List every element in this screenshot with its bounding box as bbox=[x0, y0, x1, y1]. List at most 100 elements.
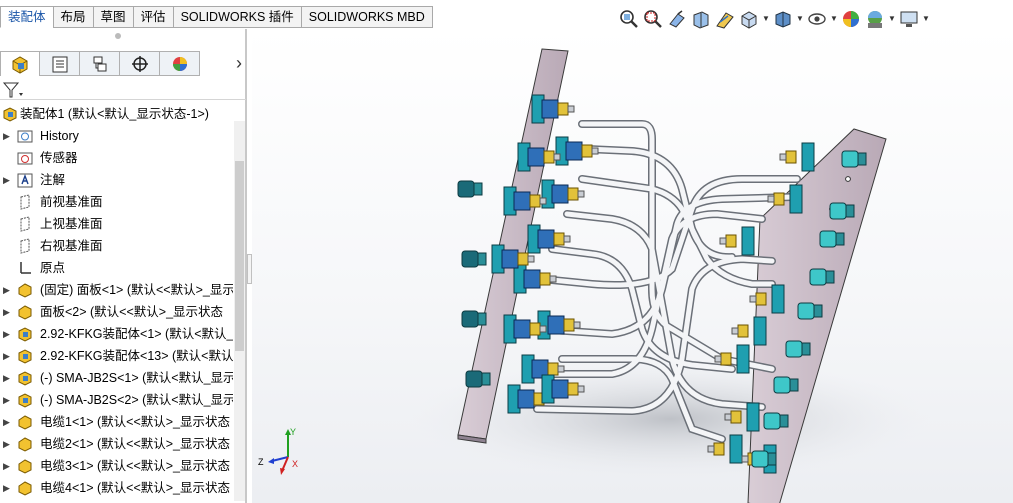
tree-item[interactable]: 上视基准面 bbox=[0, 213, 233, 235]
tree-item-label: 前视基准面 bbox=[40, 195, 103, 209]
hide-show-dropdown-icon[interactable]: ▼ bbox=[830, 8, 838, 30]
expand-arrow-icon[interactable]: ▶ bbox=[3, 433, 10, 455]
expand-arrow-icon[interactable]: ▶ bbox=[3, 455, 10, 477]
filter-icon[interactable] bbox=[2, 80, 24, 100]
graphics-area[interactable]: Z X Y bbox=[252, 29, 1013, 503]
dynamic-annotation-icon[interactable] bbox=[714, 8, 736, 30]
tree-item[interactable]: ▶ (固定) 面板<1> (默认<<默认>_显示 bbox=[0, 279, 233, 301]
panel-jack-connector[interactable] bbox=[465, 370, 491, 388]
apply-scene-dropdown-icon[interactable]: ▼ bbox=[888, 8, 896, 30]
tab-assembly[interactable]: 装配体 bbox=[0, 6, 53, 28]
kfkg-connector[interactable] bbox=[779, 142, 815, 172]
panel-jack-connector[interactable] bbox=[797, 302, 823, 320]
property-manager-tab[interactable] bbox=[40, 51, 80, 76]
tab-addins[interactable]: SOLIDWORKS 插件 bbox=[172, 6, 301, 28]
tree-item-label: (-) SMA-JB2S<2> (默认<默认_显示 bbox=[40, 393, 233, 407]
panel-jack-connector[interactable] bbox=[461, 250, 487, 268]
feature-manager-tab[interactable] bbox=[0, 51, 40, 76]
panel-grip-icon[interactable] bbox=[115, 33, 121, 39]
panel-jack-connector[interactable] bbox=[829, 202, 855, 220]
annotation-icon bbox=[17, 173, 33, 188]
view-settings-icon[interactable] bbox=[898, 8, 920, 30]
display-manager-icon bbox=[172, 56, 187, 71]
tree-item[interactable]: 原点 bbox=[0, 257, 233, 279]
view-orientation-icon[interactable] bbox=[738, 8, 760, 30]
view-orientation-dropdown-icon[interactable]: ▼ bbox=[762, 8, 770, 30]
previous-view-icon[interactable] bbox=[666, 8, 688, 30]
tree-item-label: (-) SMA-JB2S<1> (默认<默认_显示 bbox=[40, 371, 233, 385]
tree-item[interactable]: ▶ 电缆1<1> (默认<<默认>_显示状态 bbox=[0, 411, 233, 433]
view-settings-dropdown-icon[interactable]: ▼ bbox=[922, 8, 930, 30]
expand-arrow-icon[interactable]: ▶ bbox=[3, 345, 10, 367]
configuration-manager-tab[interactable] bbox=[80, 51, 120, 76]
apply-scene-icon[interactable] bbox=[864, 8, 886, 30]
expand-arrow-icon[interactable]: ▶ bbox=[3, 323, 10, 345]
tree-item[interactable]: 传感器 bbox=[0, 147, 233, 169]
section-view-icon[interactable] bbox=[690, 8, 712, 30]
tree-scrollbar-thumb[interactable] bbox=[235, 161, 244, 351]
dimxpert-tab[interactable] bbox=[120, 51, 160, 76]
display-style-icon[interactable] bbox=[772, 8, 794, 30]
expand-arrow-icon[interactable]: ▶ bbox=[3, 389, 10, 411]
tree-item-label: 电缆2<1> (默认<<默认>_显示状态 bbox=[40, 437, 230, 451]
panel-collapse-button[interactable]: › bbox=[236, 53, 242, 73]
expand-arrow-icon[interactable]: ▶ bbox=[3, 411, 10, 433]
panel-tabs: › bbox=[0, 51, 246, 77]
tab-evaluate[interactable]: 评估 bbox=[132, 6, 173, 28]
tree-item-label: 上视基准面 bbox=[40, 217, 103, 231]
tree-item-label: 2.92-KFKG装配体<13> (默认<默认 bbox=[40, 349, 233, 363]
panel-jack-connector[interactable] bbox=[457, 180, 483, 198]
property-manager-icon bbox=[52, 56, 67, 72]
tree-item[interactable]: ▶ 注解 bbox=[0, 169, 233, 191]
tree-item[interactable]: ▶ 2.92-KFKG装配体<13> (默认<默认 bbox=[0, 345, 233, 367]
tree-item-label: 电缆1<1> (默认<<默认>_显示状态 bbox=[40, 415, 230, 429]
panel-jack-connector[interactable] bbox=[785, 340, 811, 358]
edit-appearance-icon[interactable] bbox=[840, 8, 862, 30]
panel-jack-connector[interactable] bbox=[461, 310, 487, 328]
display-manager-tab[interactable] bbox=[160, 51, 200, 76]
zoom-to-fit-icon[interactable] bbox=[618, 8, 640, 30]
tree-item[interactable]: 右视基准面 bbox=[0, 235, 233, 257]
expand-arrow-icon[interactable]: ▶ bbox=[3, 125, 10, 147]
expand-arrow-icon[interactable]: ▶ bbox=[3, 301, 10, 323]
hide-show-icon[interactable] bbox=[806, 8, 828, 30]
tree-item[interactable]: ▶ 电缆3<1> (默认<<默认>_显示状态 bbox=[0, 455, 233, 477]
tree-scrollbar[interactable] bbox=[234, 121, 245, 501]
tab-mbd[interactable]: SOLIDWORKS MBD bbox=[300, 6, 433, 28]
tree-item[interactable]: ▶ 电缆4<1> (默认<<默认>_显示状态 bbox=[0, 477, 233, 499]
panel-jack-connector[interactable] bbox=[773, 376, 799, 394]
panel-jack-connector[interactable] bbox=[751, 450, 777, 468]
sma-connector[interactable] bbox=[541, 179, 585, 209]
panel-jack-connector[interactable] bbox=[763, 412, 789, 430]
expand-arrow-icon[interactable]: ▶ bbox=[3, 169, 10, 191]
tree-item[interactable]: ▶ (-) SMA-JB2S<2> (默认<默认_显示 bbox=[0, 389, 233, 411]
sma-connector[interactable] bbox=[513, 264, 557, 294]
tree-root[interactable]: 装配体1 (默认<默认_显示状态-1>) bbox=[0, 103, 233, 125]
expand-arrow-icon[interactable]: ▶ bbox=[3, 279, 10, 301]
tree-item[interactable]: ▶ 2.92-KFKG装配体<1> (默认<默认_ bbox=[0, 323, 233, 345]
tree-item[interactable]: ▶ 电缆2<1> (默认<<默认>_显示状态 bbox=[0, 433, 233, 455]
zoom-area-icon[interactable] bbox=[642, 8, 664, 30]
feature-tree: 装配体1 (默认<默认_显示状态-1>) ▶ History 传感器 ▶ 注解 前视基准面… bbox=[0, 103, 233, 499]
tree-item[interactable]: 前视基准面 bbox=[0, 191, 233, 213]
tree-item[interactable]: ▶ History bbox=[0, 125, 233, 147]
kfkg-connector[interactable] bbox=[731, 316, 767, 346]
tab-layout[interactable]: 布局 bbox=[52, 6, 93, 28]
subassembly-icon bbox=[18, 349, 32, 364]
sma-connector[interactable] bbox=[555, 136, 599, 166]
origin-icon bbox=[20, 262, 31, 274]
panel-jack-connector[interactable] bbox=[819, 230, 845, 248]
kfkg-connector[interactable] bbox=[719, 226, 755, 256]
panel-jack-connector[interactable] bbox=[809, 268, 835, 286]
tree-item-label: 原点 bbox=[40, 261, 66, 275]
expand-arrow-icon[interactable]: ▶ bbox=[3, 477, 10, 499]
tab-sketch[interactable]: 草图 bbox=[92, 6, 133, 28]
expand-arrow-icon[interactable]: ▶ bbox=[3, 367, 10, 389]
assembly-model[interactable]: Z X Y bbox=[252, 29, 1013, 503]
tree-item[interactable]: ▶ (-) SMA-JB2S<1> (默认<默认_显示 bbox=[0, 367, 233, 389]
tree-item[interactable]: ▶ 面板<2> (默认<<默认>_显示状态 bbox=[0, 301, 233, 323]
panel-jack-connector[interactable] bbox=[841, 150, 867, 168]
part-icon bbox=[18, 283, 32, 298]
display-style-dropdown-icon[interactable]: ▼ bbox=[796, 8, 804, 30]
tree-item-label: 注解 bbox=[40, 173, 66, 187]
